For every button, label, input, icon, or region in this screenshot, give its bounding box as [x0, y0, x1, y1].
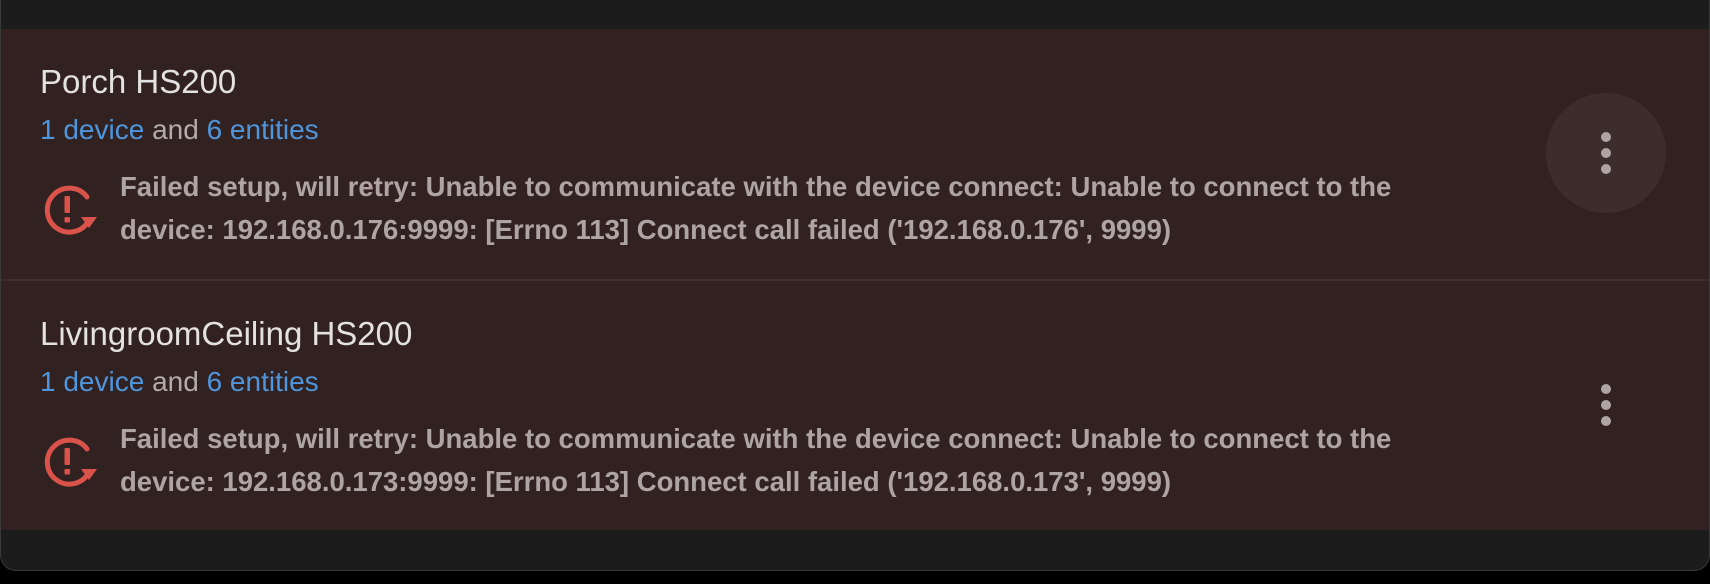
links-separator: and — [152, 114, 207, 145]
config-entry[interactable]: Porch HS200 1 device and 6 entities Fail… — [1, 29, 1709, 279]
dots-vertical-icon — [1601, 129, 1611, 177]
error-message: Failed setup, will retry: Unable to comm… — [120, 171, 1392, 245]
devices-link[interactable]: 1 device — [40, 366, 144, 397]
entry-links: 1 device and 6 entities — [40, 366, 319, 398]
entities-link[interactable]: 6 entities — [207, 114, 319, 145]
retry-error-icon — [44, 437, 97, 487]
entry-title: Porch HS200 — [40, 63, 237, 100]
overflow-menu-button[interactable] — [1546, 345, 1666, 465]
error-message: Failed setup, will retry: Unable to comm… — [120, 423, 1392, 497]
integration-card: Porch HS200 1 device and 6 entities Fail… — [0, 0, 1710, 571]
devices-link[interactable]: 1 device — [40, 114, 144, 145]
links-separator: and — [152, 366, 207, 397]
config-entry[interactable]: LivingroomCeiling HS200 1 device and 6 e… — [1, 279, 1709, 530]
config-entries-list: Porch HS200 1 device and 6 entities Fail… — [1, 29, 1709, 530]
overflow-menu-button[interactable] — [1546, 93, 1666, 213]
retry-error-icon — [44, 185, 97, 235]
entry-links: 1 device and 6 entities — [40, 114, 319, 146]
entry-title: LivingroomCeiling HS200 — [40, 315, 413, 352]
entities-link[interactable]: 6 entities — [207, 366, 319, 397]
dots-vertical-icon — [1601, 381, 1611, 429]
